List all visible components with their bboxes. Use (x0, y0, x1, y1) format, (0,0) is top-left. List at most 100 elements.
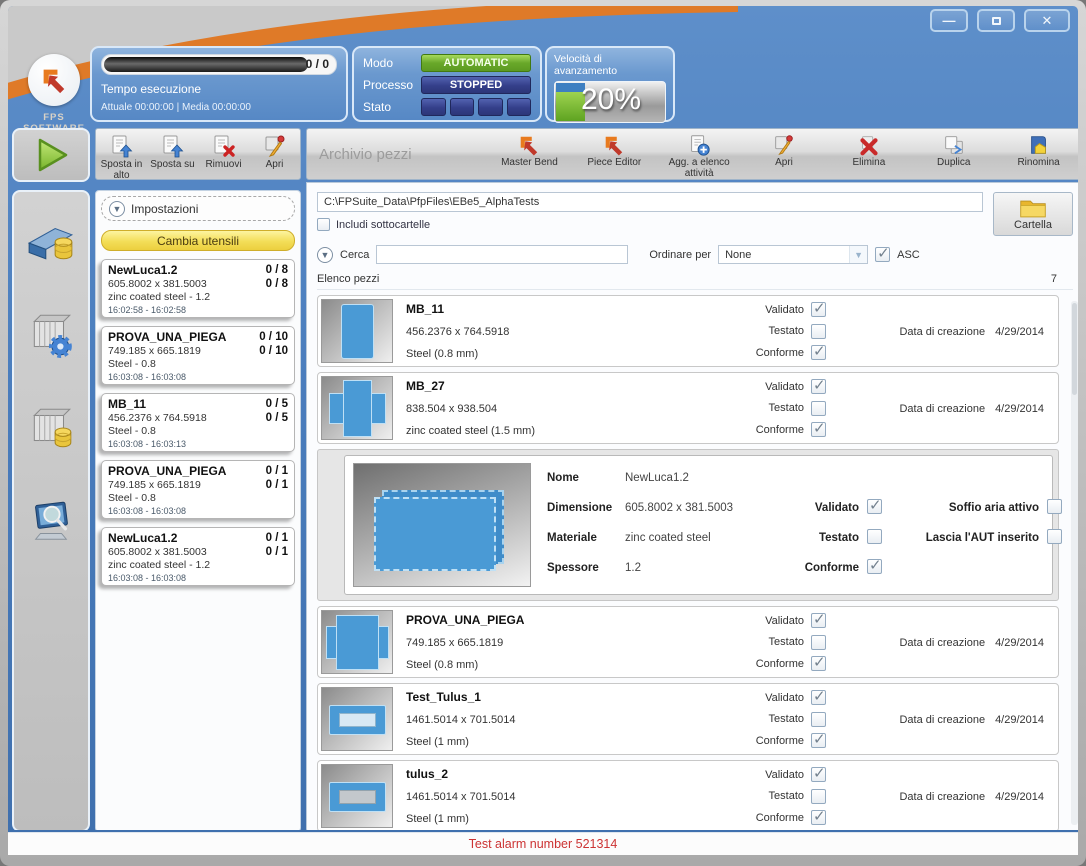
queue-item[interactable]: MB_11 456.2376 x 764.5918 Steel - 0.8 16… (101, 393, 295, 452)
fps-arrow-icon (602, 133, 626, 157)
tested-checkbox[interactable] (811, 324, 826, 339)
feed-speed-value: 20% (581, 83, 641, 117)
minimize-button[interactable]: — (930, 9, 968, 32)
document-remove-icon (211, 133, 237, 159)
queue-item[interactable]: NewLuca1.2 605.8002 x 381.5003 zinc coat… (101, 527, 295, 586)
add-to-task-list-button[interactable]: Agg. a elenco attività (657, 129, 742, 179)
tool-rack-database-icon (26, 403, 76, 453)
queue-item[interactable]: NewLuca1.2 605.8002 x 381.5003 zinc coat… (101, 259, 295, 318)
detail-material-label: Materiale (547, 532, 625, 544)
piece-material: Steel (1 mm) (406, 813, 696, 825)
queue-item[interactable]: PROVA_UNA_PIEGA 749.185 x 665.1819 Steel… (101, 460, 295, 519)
duplicate-button[interactable]: Duplica (911, 129, 996, 179)
conform-checkbox[interactable] (811, 733, 826, 748)
tool-rack-gear-icon (26, 309, 76, 359)
job-progress-bar: 0 / 0 (101, 54, 337, 75)
move-to-top-button[interactable]: Sposta in alto (96, 129, 147, 179)
detail-leave-aut-checkbox[interactable] (1047, 529, 1062, 544)
search-expander-chevron-icon[interactable]: ▼ (317, 247, 333, 263)
document-move-up-icon (160, 133, 186, 159)
tested-checkbox[interactable] (811, 789, 826, 804)
settings-expander[interactable]: ▼ Impostazioni (101, 196, 295, 221)
piece-dimension: 456.2376 x 764.5918 (406, 326, 696, 338)
piece-row[interactable]: MB_11 456.2376 x 764.5918 Steel (0.8 mm)… (317, 295, 1059, 367)
conform-checkbox[interactable] (811, 422, 826, 437)
conform-checkbox[interactable] (811, 345, 826, 360)
validated-checkbox[interactable] (811, 613, 826, 628)
detail-tested-checkbox[interactable] (867, 529, 882, 544)
piece-row[interactable]: PROVA_UNA_PIEGA 749.185 x 665.1819 Steel… (317, 606, 1059, 678)
queue-item-counts: 0 / 50 / 5 (266, 397, 288, 426)
delete-button[interactable]: Elimina (826, 129, 911, 179)
piece-thumbnail (321, 687, 393, 751)
tested-checkbox[interactable] (811, 401, 826, 416)
feed-speed-panel: Velocità di avanzamento 20% (545, 46, 675, 122)
search-label: Cerca (340, 249, 369, 261)
scrollbar[interactable] (1071, 301, 1078, 825)
validated-checkbox[interactable] (811, 690, 826, 705)
piece-editor-button[interactable]: Piece Editor (572, 129, 657, 179)
tested-checkbox[interactable] (811, 635, 826, 650)
edit-pencil-icon (262, 133, 288, 159)
state-cell (478, 98, 503, 116)
app-logo: FPS SOFTWARE (14, 54, 94, 134)
nav-tool-setup-button[interactable] (25, 308, 77, 360)
change-tools-button[interactable]: Cambia utensili (101, 230, 295, 251)
scrollbar-thumb[interactable] (1072, 303, 1077, 395)
monitor-search-icon (28, 499, 74, 545)
piece-row[interactable]: MB_27 838.504 x 938.504 zinc coated stee… (317, 372, 1059, 444)
detail-tested-label: Testato (793, 532, 867, 544)
nav-tool-archive-button[interactable] (25, 402, 77, 454)
detail-conform-label: Conforme (793, 562, 867, 574)
maximize-button[interactable] (977, 9, 1015, 32)
piece-row[interactable]: Test_Tulus_1 1461.5014 x 701.5014 Steel … (317, 683, 1059, 755)
order-by-select[interactable]: None ▼ (718, 245, 868, 264)
validated-checkbox[interactable] (811, 302, 826, 317)
window-controls: — ✕ (930, 9, 1070, 32)
queue-open-button[interactable]: Apri (249, 129, 300, 179)
machine-mode-panel: Modo AUTOMATIC Processo STOPPED Stato (352, 46, 542, 122)
execution-time-panel: 0 / 0 Tempo esecuzione Attuale 00:00:00 … (90, 46, 348, 122)
piece-thumbnail (321, 610, 393, 674)
close-button[interactable]: ✕ (1024, 9, 1070, 32)
validated-checkbox[interactable] (811, 767, 826, 782)
minimize-icon: — (943, 13, 956, 28)
detail-conform-checkbox[interactable] (867, 559, 882, 574)
nav-diagnostics-button[interactable] (25, 496, 77, 548)
folder-path-input[interactable] (317, 192, 983, 212)
conform-checkbox[interactable] (811, 810, 826, 825)
state-cell (421, 98, 446, 116)
selected-piece-detail[interactable]: Nome NewLuca1.2 Dimensione 605.8002 x 38… (317, 449, 1059, 601)
select-chevron-icon: ▼ (849, 246, 867, 263)
piece-thumbnail (321, 376, 393, 440)
piece-row[interactable]: tulus_2 1461.5014 x 701.5014 Steel (1 mm… (317, 760, 1059, 832)
search-input[interactable] (376, 245, 628, 264)
archive-open-button[interactable]: Apri (742, 129, 827, 179)
detail-air-blow-checkbox[interactable] (1047, 499, 1062, 514)
queue-item-dimension: 456.2376 x 764.5918 (108, 412, 288, 424)
conform-label: Conforme (756, 658, 804, 670)
conform-checkbox[interactable] (811, 656, 826, 671)
rename-button[interactable]: Rinomina (996, 129, 1078, 179)
asc-checkbox[interactable] (875, 247, 890, 262)
choose-folder-button[interactable]: Cartella (993, 192, 1073, 236)
piece-name: MB_27 (406, 379, 696, 393)
remove-from-queue-button[interactable]: Rimuovi (198, 129, 249, 179)
nav-machine-archive-button[interactable] (25, 214, 77, 266)
include-subfolders-checkbox[interactable] (317, 218, 330, 231)
detail-validated-checkbox[interactable] (867, 499, 882, 514)
queue-item-times: 16:03:08 - 16:03:08 (108, 573, 288, 583)
piece-list: MB_11 456.2376 x 764.5918 Steel (0.8 mm)… (317, 295, 1073, 832)
detail-thickness-value: 1.2 (625, 562, 793, 574)
tested-label: Testato (769, 636, 804, 648)
tested-checkbox[interactable] (811, 712, 826, 727)
duplicate-label: Duplica (937, 157, 970, 168)
validated-label: Validato (765, 304, 804, 316)
master-bend-button[interactable]: Master Bend (487, 129, 572, 179)
start-button[interactable] (12, 128, 90, 182)
move-up-button[interactable]: Sposta su (147, 129, 198, 179)
queue-item[interactable]: PROVA_UNA_PIEGA 749.185 x 665.1819 Steel… (101, 326, 295, 385)
validated-checkbox[interactable] (811, 379, 826, 394)
app-window: — ✕ FPS SOFTWARE 0 / 0 Tempo esecuzione … (0, 0, 1086, 866)
created-label: Data di creazione (899, 326, 985, 338)
